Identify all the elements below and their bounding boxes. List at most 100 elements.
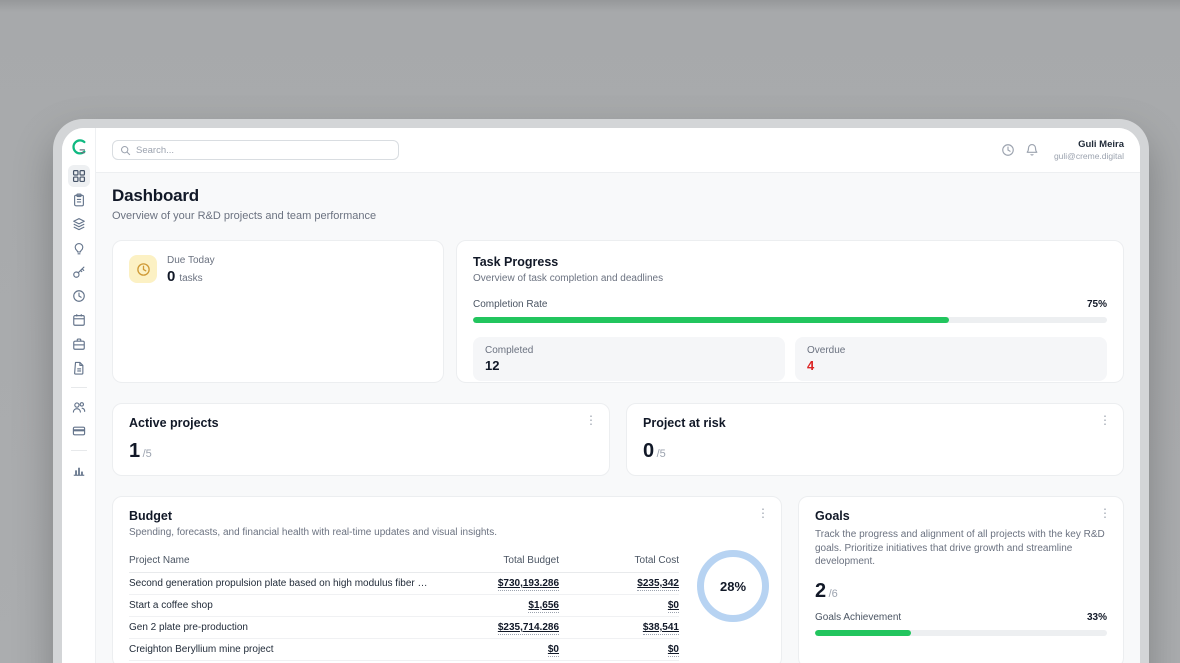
kebab-menu-icon[interactable]: ⋮ — [757, 507, 769, 519]
active-projects-value: 1 — [129, 440, 140, 463]
sidebar-item-time[interactable] — [68, 285, 90, 307]
task-progress-subtitle: Overview of task completion and deadline… — [473, 273, 1107, 284]
clock-icon — [1001, 143, 1015, 157]
sidebar-item-team[interactable] — [68, 396, 90, 418]
completion-progress-bar — [473, 317, 1107, 323]
device-frame: ● V1.0 — [53, 119, 1149, 663]
main-area: Guli Meira guli@creme.digital Dashboard … — [96, 128, 1140, 663]
sidebar-item-tasks[interactable] — [68, 189, 90, 211]
due-today-count: 0 — [167, 268, 175, 285]
app-window: ● V1.0 — [62, 128, 1140, 663]
budget-title: Budget — [129, 509, 765, 523]
completion-rate-label: Completion Rate — [473, 299, 547, 310]
completion-progress-fill — [473, 317, 949, 323]
sidebar: ● V1.0 — [62, 128, 96, 663]
column-total-cost: Total Cost — [559, 555, 679, 566]
sidebar-item-calendar[interactable] — [68, 309, 90, 331]
completed-stat-box: Completed 12 — [473, 337, 785, 381]
project-name: Gen 2 plate pre-production — [129, 622, 439, 633]
column-project-name: Project Name — [129, 555, 439, 566]
total-budget-value[interactable]: $235,714.286 — [498, 622, 559, 635]
total-cost-value[interactable]: $235,342 — [637, 578, 679, 591]
goals-progress-bar — [815, 630, 1107, 636]
column-total-budget: Total Budget — [439, 555, 559, 566]
project-name: Creighton Beryllium mine project — [129, 644, 439, 655]
budget-usage-gauge: 28% — [697, 550, 769, 622]
goals-achievement-value: 33% — [1087, 612, 1107, 623]
page-subtitle: Overview of your R&D projects and team p… — [112, 210, 1124, 222]
goals-achievement-label: Goals Achievement — [815, 612, 901, 623]
completion-rate-value: 75% — [1087, 299, 1107, 310]
sidebar-item-resources[interactable] — [68, 261, 90, 283]
project-at-risk-total: /5 — [657, 448, 666, 460]
calendar-icon — [72, 313, 86, 327]
history-button[interactable] — [996, 138, 1020, 162]
due-today-label: Due Today — [167, 255, 215, 266]
table-row[interactable]: Creighton Beryllium mine project $0 $0 — [129, 639, 679, 661]
due-today-card: Due Today 0 tasks — [112, 240, 444, 383]
sidebar-item-documents[interactable] — [68, 357, 90, 379]
topbar: Guli Meira guli@creme.digital — [96, 128, 1140, 172]
search-input[interactable] — [136, 145, 391, 156]
sidebar-item-ideas[interactable] — [68, 237, 90, 259]
key-icon — [72, 265, 86, 279]
bar-chart-icon — [72, 463, 86, 477]
overdue-stat-box: Overdue 4 — [795, 337, 1107, 381]
sidebar-item-portfolio[interactable] — [68, 333, 90, 355]
budget-usage-percent: 28% — [720, 579, 746, 594]
project-at-risk-value: 0 — [643, 440, 654, 463]
completed-value: 12 — [485, 358, 773, 373]
total-budget-value[interactable]: $0 — [548, 644, 559, 657]
total-cost-value[interactable]: $0 — [668, 644, 679, 657]
project-at-risk-title: Project at risk — [643, 416, 1107, 430]
total-budget-value[interactable]: $730,193.286 — [498, 578, 559, 591]
total-cost-value[interactable]: $0 — [668, 600, 679, 613]
goals-total: /6 — [829, 588, 838, 600]
page-title: Dashboard — [112, 186, 1124, 206]
table-row[interactable]: Start a coffee shop $1,656 $0 — [129, 595, 679, 617]
table-row[interactable]: Second generation propulsion plate based… — [129, 573, 679, 595]
due-today-clock-icon — [129, 255, 157, 283]
kebab-menu-icon[interactable]: ⋮ — [1099, 414, 1111, 426]
sidebar-item-projects[interactable] — [68, 213, 90, 235]
completed-label: Completed — [485, 345, 773, 356]
dashboard-icon — [72, 169, 86, 183]
table-row[interactable]: Gen 2 plate pre-production $235,714.286 … — [129, 617, 679, 639]
kebab-menu-icon[interactable]: ⋮ — [585, 414, 597, 426]
active-projects-card: Active projects ⋮ 1 /5 — [112, 403, 610, 476]
overdue-value: 4 — [807, 358, 1095, 373]
credit-card-icon — [72, 424, 86, 438]
total-budget-value[interactable]: $1,656 — [528, 600, 559, 613]
task-progress-title: Task Progress — [473, 255, 1107, 269]
goals-title: Goals — [815, 509, 1107, 523]
sidebar-divider — [71, 450, 87, 451]
file-icon — [72, 361, 86, 375]
total-cost-value[interactable]: $38,541 — [643, 622, 679, 635]
briefcase-icon — [72, 337, 86, 351]
budget-subtitle: Spending, forecasts, and financial healt… — [129, 527, 765, 538]
user-email: guli@creme.digital — [1054, 151, 1124, 162]
sidebar-item-dashboard[interactable] — [68, 165, 90, 187]
kebab-menu-icon[interactable]: ⋮ — [1099, 507, 1111, 519]
lightbulb-icon — [72, 241, 86, 255]
active-projects-title: Active projects — [129, 416, 593, 430]
dashboard-content: Dashboard Overview of your R&D projects … — [96, 172, 1140, 663]
due-today-unit: tasks — [179, 273, 202, 284]
project-name: Start a coffee shop — [129, 600, 439, 611]
budget-table: Project Name Total Budget Total Cost Sec… — [129, 551, 679, 661]
project-at-risk-card: Project at risk ⋮ 0 /5 — [626, 403, 1124, 476]
sidebar-item-analytics[interactable] — [68, 459, 90, 481]
project-name: Second generation propulsion plate based… — [129, 578, 439, 589]
goals-progress-fill — [815, 630, 911, 636]
search-box[interactable] — [112, 140, 399, 160]
user-menu[interactable]: Guli Meira guli@creme.digital — [1054, 139, 1124, 162]
active-projects-total: /5 — [143, 448, 152, 460]
user-name: Guli Meira — [1054, 139, 1124, 151]
goals-card: Goals ⋮ Track the progress and alignment… — [798, 496, 1124, 663]
goals-subtitle: Track the progress and alignment of all … — [815, 528, 1107, 569]
sidebar-item-billing[interactable] — [68, 420, 90, 442]
notifications-button[interactable] — [1020, 138, 1044, 162]
budget-card: Budget ⋮ Spending, forecasts, and financ… — [112, 496, 782, 663]
search-icon — [120, 145, 131, 156]
users-icon — [72, 400, 86, 414]
